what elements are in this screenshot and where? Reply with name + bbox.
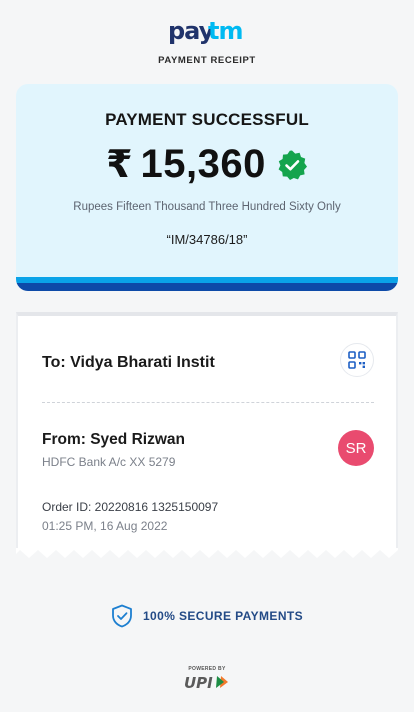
powered-by-label: POWERED BY [188, 666, 226, 672]
amount-in-words: Rupees Fifteen Thousand Three Hundred Si… [73, 201, 341, 213]
payment-success-card: PAYMENT SUCCESSFUL ₹ 15,360 Rupees Fifte… [16, 84, 398, 291]
receipt-torn-edge [16, 548, 398, 558]
transaction-details-card: To: Vidya Bharati Instit From: Syed Rizw… [16, 312, 398, 565]
verified-check-icon [278, 150, 307, 180]
currency-symbol: ₹ [106, 144, 133, 186]
upi-footer: POWERED BY UPI [0, 666, 414, 696]
secure-payments-badge: 100% SECURE PAYMENTS [0, 604, 414, 628]
receipt-label: PAYMENT RECEIPT [158, 55, 256, 66]
svg-text:tm: tm [208, 18, 242, 44]
amount-value: 15,360 [140, 142, 266, 186]
details-card-body: To: Vidya Bharati Instit From: Syed Rizw… [16, 312, 398, 550]
qr-code-button[interactable] [340, 343, 374, 377]
sender-name: From: Syed Rizwan [42, 431, 185, 448]
amount-row: ₹ 15,360 [16, 142, 398, 187]
accent-bar-dark [16, 283, 398, 291]
order-id: Order ID: 20220816 1325150097 [42, 500, 219, 514]
shield-check-icon [112, 604, 132, 628]
paytm-logo: pay tm [168, 18, 246, 44]
sender-avatar: SR [338, 430, 374, 466]
paytm-logo-mark: pay tm [168, 18, 243, 44]
qr-code-icon [348, 351, 366, 369]
order-timestamp: 01:25 PM, 16 Aug 2022 [42, 519, 168, 533]
sender-bank-account: HDFC Bank A/c XX 5279 [42, 455, 176, 469]
section-divider [42, 402, 374, 403]
payment-reference: “IM/34786/18” [166, 232, 248, 247]
upi-logo-text: UPI [184, 674, 213, 691]
upi-logo: UPI [184, 674, 228, 691]
secure-payments-text: 100% SECURE PAYMENTS [142, 609, 304, 623]
recipient-name: To: Vidya Bharati Instit [42, 354, 215, 371]
payment-status: PAYMENT SUCCESSFUL [105, 110, 309, 129]
receipt-header: pay tm PAYMENT RECEIPT [0, 18, 414, 66]
